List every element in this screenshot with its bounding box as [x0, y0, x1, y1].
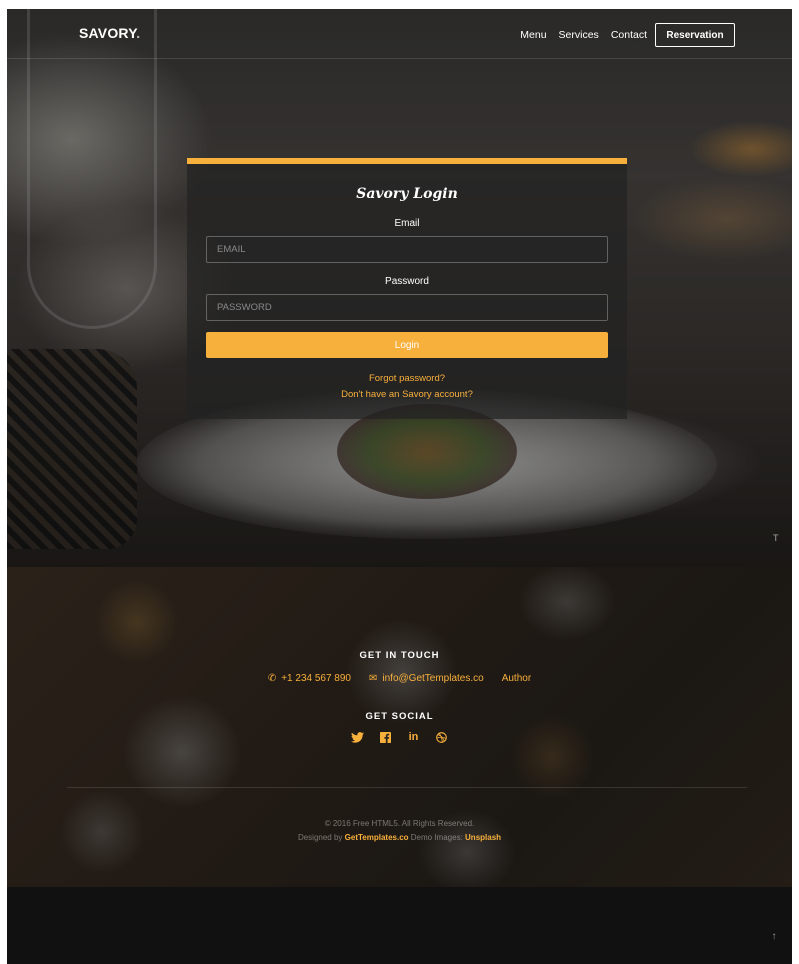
designed-by-label: Designed by	[297, 833, 343, 842]
signup-link[interactable]: Don't have an Savory account?	[187, 389, 627, 400]
credits-line: Designed by GetTemplates.co Demo Images:…	[7, 833, 792, 842]
dribbble-icon[interactable]	[434, 729, 450, 745]
contact-row: ✆ +1 234 567 890 ✉ info@GetTemplates.co …	[7, 673, 792, 684]
page-frame: SAVORY. Menu Services Contact Reservatio…	[7, 9, 792, 964]
logo-text: SAVORY	[79, 25, 137, 41]
phone-link[interactable]: ✆ +1 234 567 890	[268, 673, 351, 684]
footer-section: GET IN TOUCH ✆ +1 234 567 890 ✉ info@Get…	[7, 567, 792, 887]
reservation-button[interactable]: Reservation	[655, 23, 735, 47]
gettemplates-link[interactable]: GetTemplates.co	[345, 833, 409, 842]
linkedin-icon[interactable]: in	[406, 729, 422, 745]
social-icons-row: in	[7, 729, 792, 745]
footer-divider	[67, 787, 747, 788]
nav-link-contact[interactable]: Contact	[611, 29, 647, 41]
bottom-bar	[7, 887, 792, 964]
nav-links: Menu Services Contact	[520, 29, 647, 41]
login-card: Savory Login Email Password Login Forgot…	[187, 158, 627, 419]
author-link[interactable]: Author	[502, 673, 531, 684]
get-in-touch-heading: GET IN TOUCH	[359, 650, 440, 661]
site-logo[interactable]: SAVORY.	[79, 25, 140, 41]
navbar: SAVORY. Menu Services Contact Reservatio…	[7, 9, 792, 59]
password-label: Password	[385, 276, 429, 287]
email-text: info@GetTemplates.co	[382, 673, 484, 684]
demo-images-label: Demo Images:	[410, 833, 463, 842]
get-social-heading: GET SOCIAL	[365, 711, 434, 722]
password-input[interactable]	[206, 294, 608, 321]
email-link[interactable]: ✉ info@GetTemplates.co	[369, 673, 484, 684]
hero-scroll-marker: T	[773, 533, 779, 543]
login-title: Savory Login	[356, 186, 458, 202]
login-button[interactable]: Login	[206, 332, 608, 358]
email-input[interactable]	[206, 236, 608, 263]
nav-link-services[interactable]: Services	[559, 29, 599, 41]
envelope-icon: ✉	[369, 673, 378, 684]
email-label: Email	[394, 218, 420, 229]
back-to-top-icon[interactable]: ↑	[767, 931, 781, 945]
facebook-icon[interactable]	[378, 729, 394, 745]
logo-dot: .	[136, 25, 141, 41]
unsplash-link[interactable]: Unsplash	[465, 833, 501, 842]
phone-text: +1 234 567 890	[281, 673, 351, 684]
phone-icon: ✆	[267, 673, 277, 684]
twitter-icon[interactable]	[350, 729, 366, 745]
nav-link-menu[interactable]: Menu	[520, 29, 546, 41]
forgot-password-link[interactable]: Forgot password?	[187, 373, 627, 384]
copyright-text: © 2016 Free HTML5. All Rights Reserved.	[324, 819, 475, 828]
